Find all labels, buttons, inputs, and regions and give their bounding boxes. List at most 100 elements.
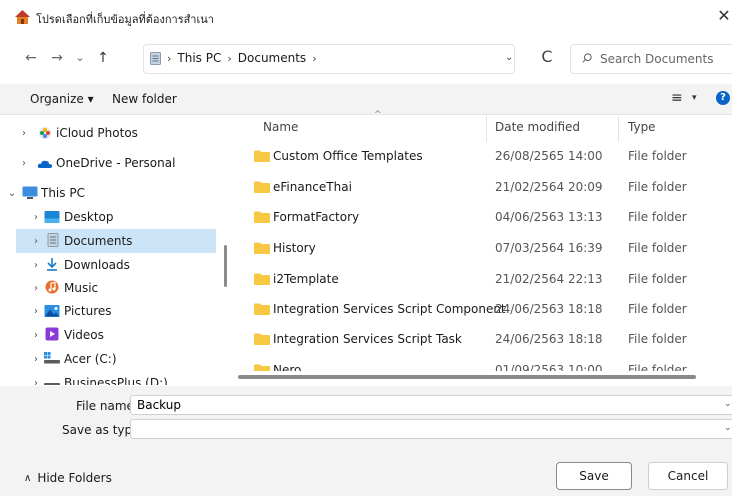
file-name-input[interactable] — [130, 395, 732, 415]
forward-button[interactable]: → — [48, 48, 66, 68]
icloud-photos-icon — [39, 127, 51, 139]
desktop-icon — [44, 211, 60, 223]
folder-icon — [254, 242, 270, 254]
sidebar-item-label: Documents — [64, 234, 133, 248]
search-icon — [582, 53, 592, 63]
folder-icon — [254, 303, 270, 315]
up-button[interactable]: ↑ — [94, 48, 112, 68]
address-history-chevron-icon[interactable]: ⌄ — [505, 52, 513, 63]
save-button[interactable]: Save — [556, 462, 632, 490]
table-row[interactable]: Integration Services Script Component 24… — [232, 298, 732, 322]
column-header-date-modified[interactable]: Date modified — [495, 120, 580, 134]
folder-icon — [254, 364, 270, 371]
expand-chevron-icon[interactable]: › — [30, 354, 42, 365]
file-type: File folder — [628, 272, 687, 286]
file-name-dropdown-chevron-icon[interactable]: ⌄ — [724, 399, 732, 409]
column-header-type[interactable]: Type — [628, 120, 656, 134]
file-list-horizontal-scrollbar[interactable] — [238, 375, 696, 379]
table-row[interactable]: FormatFactory 04/06/2563 13:13 File fold… — [232, 206, 732, 230]
breadcrumb-item-documents[interactable]: Documents — [238, 51, 306, 65]
hide-folders-label: Hide Folders — [37, 471, 112, 485]
table-row[interactable]: Integration Services Script Task 24/06/2… — [232, 328, 732, 352]
back-button[interactable]: ← — [22, 48, 40, 68]
sidebar-item-label: iCloud Photos — [56, 126, 138, 140]
expand-chevron-icon[interactable]: › — [30, 283, 42, 294]
expand-chevron-icon[interactable]: › — [18, 128, 30, 139]
sidebar-item-desktop[interactable]: › Desktop — [0, 205, 218, 229]
refresh-button[interactable]: C — [538, 47, 556, 66]
expand-chevron-icon[interactable]: › — [30, 306, 42, 317]
sort-ascending-icon: ^ — [374, 110, 382, 120]
sidebar-item-label: Music — [64, 281, 99, 295]
file-date: 04/06/2563 13:13 — [495, 210, 603, 224]
breadcrumb-separator-icon[interactable]: › — [312, 52, 316, 65]
sidebar-item-drive-d[interactable]: › BusinessPlus (D:) — [0, 371, 218, 385]
file-name: Nero — [273, 363, 302, 371]
save-as-type-select[interactable] — [130, 419, 732, 439]
sidebar-item-onedrive[interactable]: › OneDrive - Personal — [0, 151, 218, 175]
sidebar-scrollbar[interactable] — [224, 245, 227, 287]
column-divider[interactable] — [486, 116, 487, 142]
file-type: File folder — [628, 180, 687, 194]
close-button[interactable]: ✕ — [716, 6, 732, 26]
expand-chevron-icon[interactable]: › — [30, 330, 42, 341]
folder-icon — [254, 211, 270, 223]
column-header-name[interactable]: Name — [263, 120, 298, 134]
expand-chevron-icon[interactable]: › — [30, 378, 42, 386]
collapse-chevron-icon[interactable]: ⌄ — [6, 188, 18, 199]
expand-chevron-icon[interactable]: › — [30, 260, 42, 271]
sidebar-item-pictures[interactable]: › Pictures — [0, 299, 218, 323]
sidebar-item-downloads[interactable]: › Downloads — [0, 253, 218, 277]
breadcrumb-separator-icon: › — [227, 51, 232, 65]
table-row[interactable]: Custom Office Templates 26/08/2565 14:00… — [232, 145, 732, 169]
sidebar-item-documents[interactable]: › Documents — [16, 229, 216, 253]
navigation-pane[interactable]: › iCloud Photos › OneDrive - Personal ⌄ … — [0, 115, 230, 385]
window-title: โปรดเลือกที่เก็บข้อมูลที่ต้องการสำเนา — [36, 13, 214, 26]
table-row[interactable]: Nero 01/09/2563 10:00 File folder — [232, 359, 732, 371]
hide-folders-button[interactable]: ∧ Hide Folders — [24, 471, 112, 485]
file-date: 21/02/2564 20:09 — [495, 180, 603, 194]
sidebar-item-label: BusinessPlus (D:) — [64, 376, 168, 385]
column-divider[interactable] — [618, 116, 619, 142]
file-name: FormatFactory — [273, 210, 360, 224]
chevron-up-icon: ∧ — [24, 472, 32, 484]
recent-locations-button[interactable]: ⌄ — [71, 48, 89, 68]
folder-icon — [254, 273, 270, 285]
new-folder-button[interactable]: New folder — [112, 92, 177, 106]
sidebar-item-label: Acer (C:) — [64, 352, 117, 366]
save-as-type-chevron-icon[interactable]: ⌄ — [724, 423, 732, 433]
sidebar-item-music[interactable]: › Music — [0, 276, 218, 300]
videos-icon — [45, 327, 59, 341]
app-house-icon — [15, 10, 30, 24]
help-icon[interactable]: ? — [716, 91, 730, 105]
expand-chevron-icon[interactable]: › — [30, 236, 42, 247]
table-row[interactable]: eFinanceThai 21/02/2564 20:09 File folde… — [232, 176, 732, 200]
view-dropdown-chevron-icon[interactable]: ▾ — [692, 93, 697, 103]
breadcrumb-item-this-pc[interactable]: This PC — [177, 51, 221, 65]
expand-chevron-icon[interactable]: › — [18, 158, 30, 169]
drive-icon — [44, 352, 60, 364]
view-options-icon[interactable]: ≡ — [671, 90, 683, 106]
drive-icon — [44, 383, 60, 385]
file-type: File folder — [628, 241, 687, 255]
sidebar-item-label: Pictures — [64, 304, 112, 318]
sidebar-item-this-pc[interactable]: ⌄ This PC — [0, 181, 218, 205]
cancel-button[interactable]: Cancel — [648, 462, 728, 490]
organize-button[interactable]: Organize ▾ — [30, 92, 94, 106]
sidebar-item-icloud-photos[interactable]: › iCloud Photos — [0, 121, 218, 145]
search-input[interactable]: Search Documents — [600, 52, 713, 66]
sidebar-item-videos[interactable]: › Videos — [0, 323, 218, 347]
table-row[interactable]: i2Template 21/02/2564 22:13 File folder — [232, 268, 732, 292]
file-type: File folder — [628, 210, 687, 224]
file-name: History — [273, 241, 316, 255]
file-type: File folder — [628, 363, 687, 371]
sidebar-item-label: OneDrive - Personal — [56, 156, 176, 170]
file-date: 01/09/2563 10:00 — [495, 363, 603, 371]
onedrive-cloud-icon — [37, 160, 53, 168]
file-date: 26/08/2565 14:00 — [495, 149, 603, 163]
sidebar-item-drive-c[interactable]: › Acer (C:) — [0, 347, 218, 371]
table-row[interactable]: History 07/03/2564 16:39 File folder — [232, 237, 732, 261]
file-date: 24/06/2563 18:18 — [495, 332, 603, 346]
expand-chevron-icon[interactable]: › — [30, 212, 42, 223]
folder-icon — [254, 333, 270, 345]
